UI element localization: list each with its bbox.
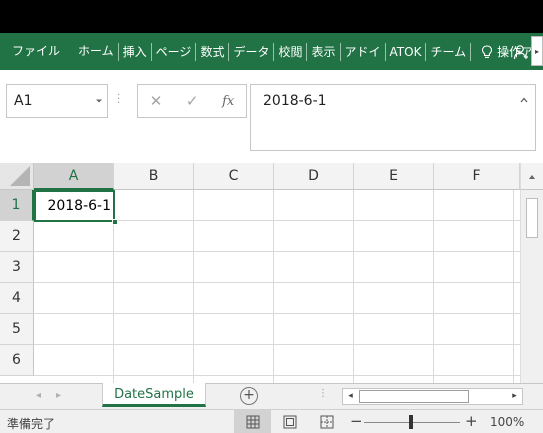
sheet-next-button[interactable]: ▸ bbox=[56, 390, 61, 401]
user-icon bbox=[513, 44, 528, 59]
header-scroll-corner bbox=[520, 163, 543, 190]
zoom-level[interactable]: 100% bbox=[490, 415, 524, 429]
zoom-slider-thumb[interactable] bbox=[409, 415, 413, 429]
active-cell-a1[interactable]: 2018-6-1 bbox=[34, 190, 115, 222]
title-bar bbox=[0, 0, 543, 33]
select-all-icon bbox=[10, 166, 30, 186]
cancel-entry-button[interactable]: ✕ bbox=[150, 92, 163, 110]
status-bar: 準備完了 − + 100% bbox=[0, 409, 543, 433]
vertical-scroll-thumb[interactable] bbox=[526, 198, 538, 238]
tab-insert[interactable]: 挿入 bbox=[117, 42, 151, 61]
chevron-up-icon[interactable] bbox=[528, 173, 536, 181]
column-header-c[interactable]: C bbox=[194, 163, 274, 190]
scroll-right-button[interactable]: ▸ bbox=[507, 389, 522, 404]
formula-content: 2018-6-1 bbox=[263, 93, 327, 109]
add-sheet-button[interactable]: + bbox=[240, 387, 258, 405]
formula-buttons: ✕ ✓ fx bbox=[137, 84, 247, 118]
row-header-4[interactable]: 4 bbox=[0, 283, 34, 314]
page-break-view-button[interactable] bbox=[308, 410, 345, 433]
formula-area: A1 · · · ✕ ✓ fx 2018-6-1 bbox=[0, 70, 543, 163]
select-all-button[interactable] bbox=[0, 163, 34, 190]
sheet-tab-datesample[interactable]: DateSample bbox=[102, 383, 206, 407]
vertical-scrollbar[interactable] bbox=[520, 190, 543, 383]
row-header-6[interactable]: 6 bbox=[0, 345, 34, 376]
worksheet-grid: A B C D E F 1 2 3 4 5 6 2018-6-1 bbox=[0, 163, 543, 383]
tab-view[interactable]: 表示 bbox=[306, 42, 339, 61]
column-header-a[interactable]: A bbox=[34, 163, 114, 190]
collapse-formula-icon[interactable] bbox=[520, 96, 528, 104]
sheet-prev-button[interactable]: ◂ bbox=[36, 390, 41, 401]
status-text: 準備完了 bbox=[7, 417, 56, 431]
confirm-entry-button[interactable]: ✓ bbox=[186, 92, 199, 110]
sheet-tab-bar: ◂ ▸ DateSample + ⋮ ◂ ▸ bbox=[0, 383, 543, 409]
page-layout-icon bbox=[283, 415, 297, 429]
name-box-value: A1 bbox=[14, 93, 33, 109]
tab-page-layout[interactable]: ページ bbox=[150, 42, 196, 61]
formula-input[interactable]: 2018-6-1 bbox=[250, 84, 536, 151]
zoom-out-button[interactable]: − bbox=[350, 412, 363, 430]
row-header-5[interactable]: 5 bbox=[0, 314, 34, 345]
row-header-1[interactable]: 1 bbox=[0, 190, 34, 221]
ribbon-overflow-arrow[interactable]: ▸ bbox=[531, 36, 543, 66]
column-header-f[interactable]: F bbox=[434, 163, 520, 190]
page-layout-view-button[interactable] bbox=[271, 410, 308, 433]
cell-a1-value: 2018-6-1 bbox=[47, 198, 111, 214]
normal-view-icon bbox=[246, 415, 260, 429]
tab-data[interactable]: データ bbox=[228, 42, 273, 61]
zoom-in-button[interactable]: + bbox=[465, 412, 478, 430]
column-header-d[interactable]: D bbox=[274, 163, 354, 190]
page-break-icon bbox=[320, 415, 334, 429]
tab-team[interactable]: チーム bbox=[425, 42, 470, 61]
lightbulb-icon bbox=[482, 44, 493, 58]
column-header-b[interactable]: B bbox=[114, 163, 194, 190]
formula-splitter[interactable]: · · · bbox=[117, 91, 123, 109]
column-header-e[interactable]: E bbox=[354, 163, 434, 190]
chevron-down-icon[interactable] bbox=[95, 97, 103, 105]
tab-addins[interactable]: アドイ bbox=[339, 42, 385, 61]
insert-function-button[interactable]: fx bbox=[222, 94, 234, 109]
tab-file[interactable]: ファイル bbox=[0, 33, 74, 70]
tab-home[interactable]: ホーム bbox=[74, 33, 118, 70]
ribbon-tabs: ファイル ホーム 挿入 ページ 数式 データ 校閲 表示 アドイ ATOK チー… bbox=[0, 33, 543, 70]
normal-view-button[interactable] bbox=[234, 410, 271, 433]
tab-formulas[interactable]: 数式 bbox=[195, 42, 228, 61]
tab-splitter[interactable]: ⋮ bbox=[318, 388, 328, 399]
user-account[interactable]: ▸ bbox=[507, 33, 543, 70]
fill-handle[interactable] bbox=[112, 219, 118, 225]
scroll-left-button[interactable]: ◂ bbox=[343, 389, 358, 404]
name-box[interactable]: A1 bbox=[6, 84, 108, 118]
horizontal-scroll-thumb[interactable] bbox=[359, 390, 469, 403]
tab-review[interactable]: 校閲 bbox=[273, 42, 306, 61]
row-header-2[interactable]: 2 bbox=[0, 221, 34, 252]
tab-atok[interactable]: ATOK bbox=[384, 42, 426, 61]
row-header-3[interactable]: 3 bbox=[0, 252, 34, 283]
horizontal-scrollbar[interactable]: ◂ ▸ bbox=[342, 388, 523, 405]
